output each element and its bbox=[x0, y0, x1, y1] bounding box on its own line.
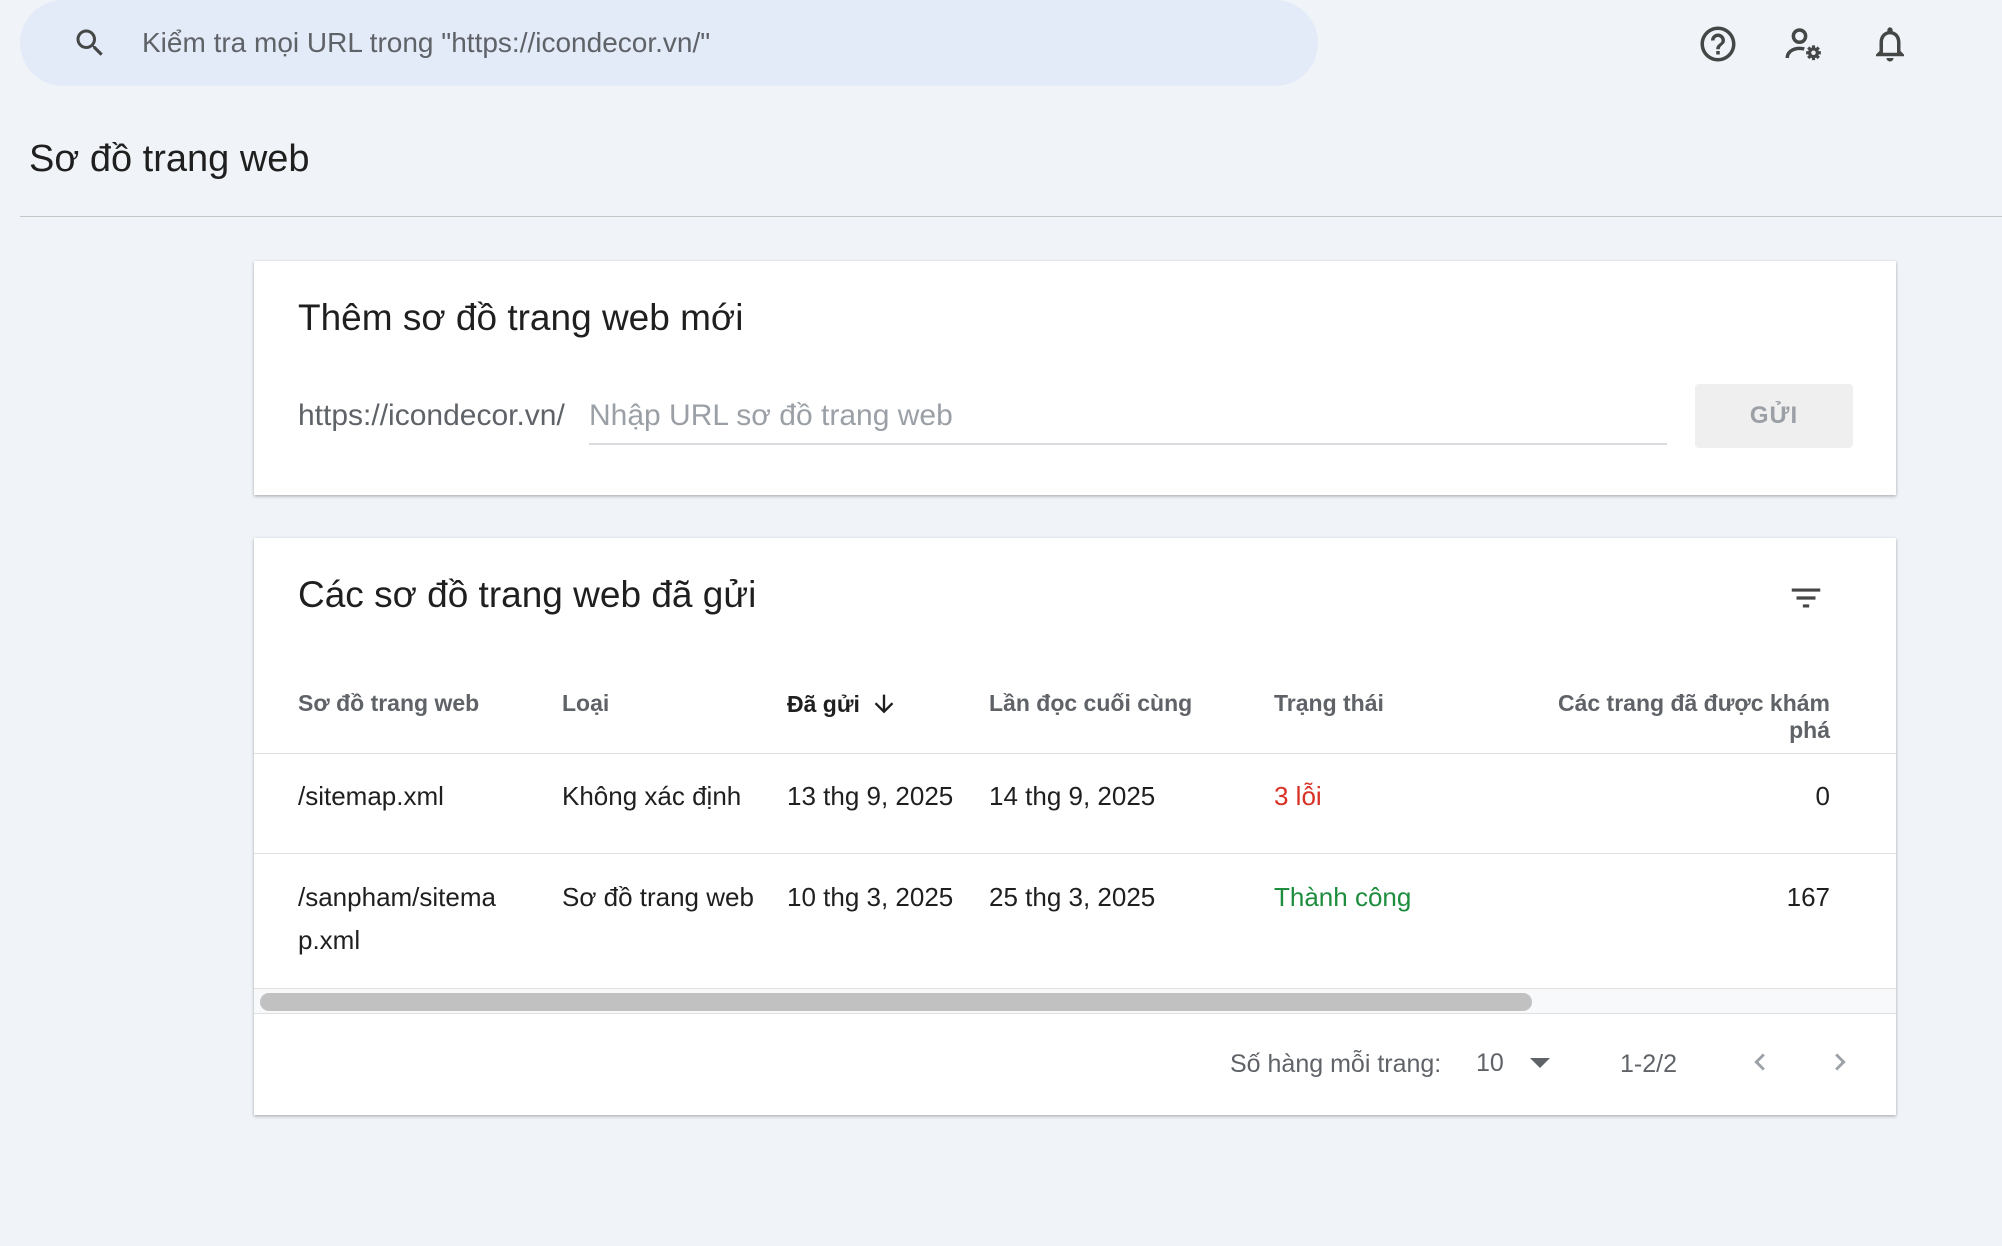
row-divider bbox=[254, 853, 1896, 854]
horizontal-scrollbar[interactable] bbox=[254, 988, 1896, 1014]
help-icon[interactable] bbox=[1694, 20, 1742, 68]
search-icon[interactable] bbox=[70, 23, 110, 63]
cell-status: Thành công bbox=[1274, 882, 1412, 912]
next-page-icon[interactable] bbox=[1816, 1038, 1864, 1086]
arrow-down-icon bbox=[870, 690, 898, 718]
cell-type: Sơ đồ trang web bbox=[562, 882, 754, 912]
cell-sitemap-line-2: p.xml bbox=[298, 925, 361, 955]
rows-per-page-select[interactable]: 10 bbox=[1476, 1043, 1582, 1083]
sitemap-url-prefix: https://icondecor.vn/ bbox=[298, 399, 565, 432]
search-bar[interactable] bbox=[20, 0, 1318, 86]
sitemap-url-input[interactable] bbox=[589, 389, 1667, 445]
cell-sitemap[interactable]: /sitemap.xml bbox=[298, 775, 444, 818]
previous-page-icon[interactable] bbox=[1736, 1038, 1784, 1086]
cell-discovered-pages: 0 bbox=[1815, 781, 1830, 811]
admin-settings-icon[interactable] bbox=[1779, 20, 1827, 68]
cell-submitted: 13 thg 9, 2025 bbox=[787, 781, 954, 811]
rows-per-page-label: Số hàng mỗi trang: bbox=[1230, 1050, 1442, 1078]
column-header-status[interactable]: Trạng thái bbox=[1274, 690, 1384, 717]
cell-last-read: 25 thg 3, 2025 bbox=[989, 882, 1156, 912]
column-header-type[interactable]: Loại bbox=[562, 690, 609, 717]
cell-discovered-pages: 167 bbox=[1786, 882, 1830, 912]
pagination-range: 1-2/2 bbox=[1620, 1050, 1677, 1078]
notifications-icon[interactable] bbox=[1866, 20, 1914, 68]
search-input[interactable] bbox=[142, 27, 1242, 59]
add-sitemap-card: Thêm sơ đồ trang web mới https://icondec… bbox=[254, 261, 1896, 495]
cell-status: 3 lỗi bbox=[1274, 781, 1322, 811]
column-header-submitted[interactable]: Đã gửi bbox=[787, 690, 898, 718]
page-title: Sơ đồ trang web bbox=[29, 138, 310, 180]
column-header-submitted-label: Đã gửi bbox=[787, 690, 860, 717]
submitted-sitemaps-card: Các sơ đồ trang web đã gửi Sơ đồ trang w… bbox=[254, 538, 1896, 1115]
filter-icon[interactable] bbox=[1782, 574, 1830, 622]
column-header-sitemap[interactable]: Sơ đồ trang web bbox=[298, 690, 479, 717]
scrollbar-thumb[interactable] bbox=[260, 993, 1532, 1011]
row-divider bbox=[254, 753, 1896, 754]
cell-type: Không xác định bbox=[562, 781, 742, 811]
cell-sitemap-line-1: /sanpham/sitema bbox=[298, 882, 496, 912]
cell-last-read: 14 thg 9, 2025 bbox=[989, 781, 1156, 811]
submit-button[interactable]: GỬI bbox=[1695, 384, 1853, 448]
submitted-sitemaps-title: Các sơ đồ trang web đã gửi bbox=[298, 574, 757, 615]
column-header-last-read[interactable]: Lần đọc cuối cùng bbox=[989, 690, 1192, 717]
dropdown-arrow-icon bbox=[1529, 1058, 1550, 1068]
rows-per-page-value: 10 bbox=[1476, 1048, 1504, 1077]
column-header-discovered-pages[interactable]: Các trang đã được khám phá bbox=[1524, 690, 1830, 744]
add-sitemap-title: Thêm sơ đồ trang web mới bbox=[298, 297, 744, 338]
cell-submitted: 10 thg 3, 2025 bbox=[787, 882, 954, 912]
cell-sitemap[interactable]: /sanpham/sitema p.xml bbox=[298, 876, 496, 962]
header-divider bbox=[20, 216, 2002, 217]
